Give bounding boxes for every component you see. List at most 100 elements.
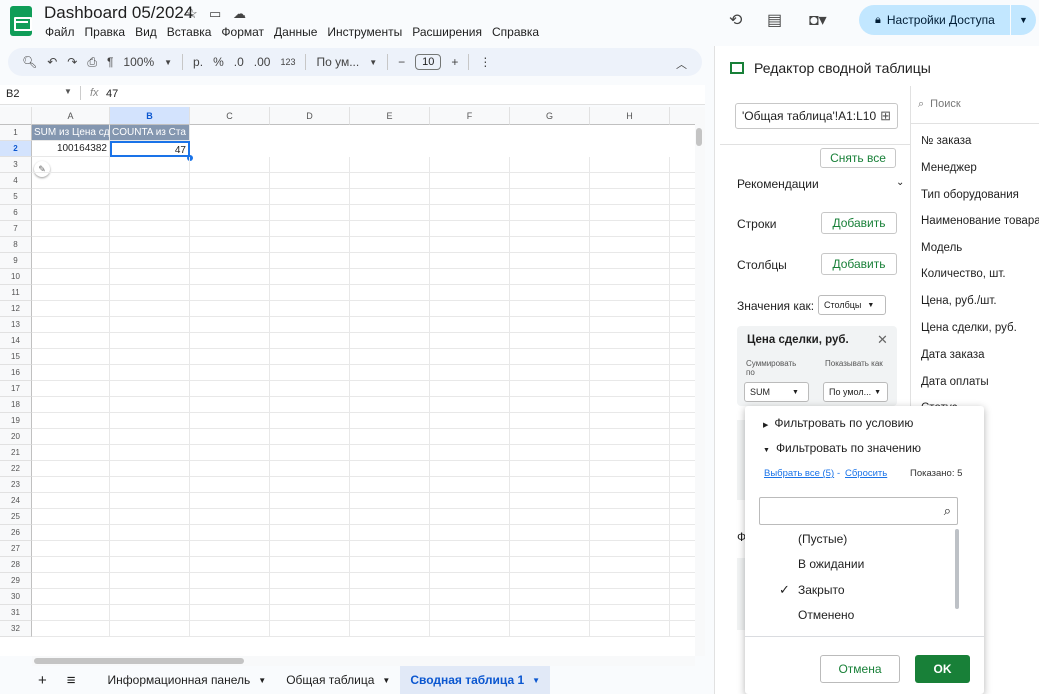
grid-cell[interactable] [510, 157, 590, 173]
row-header[interactable]: 1 [0, 125, 32, 141]
document-title[interactable]: Dashboard 05/2024 [44, 3, 193, 23]
share-button[interactable]: 🔒︎ Настройки Доступа ▼ [859, 5, 1036, 35]
menu-format[interactable]: Формат [220, 25, 265, 39]
row-header[interactable]: 22 [0, 461, 32, 477]
grid-cell[interactable] [430, 621, 510, 637]
menu-help[interactable]: Справка [491, 25, 540, 39]
all-sheets-icon[interactable]: ≡ [57, 666, 98, 694]
row-header[interactable]: 14 [0, 333, 32, 349]
row-header[interactable]: 5 [0, 189, 32, 205]
grid-cell[interactable] [430, 509, 510, 525]
row-header[interactable]: 30 [0, 589, 32, 605]
grid-cell[interactable] [32, 317, 110, 333]
sheets-logo-icon[interactable] [10, 6, 32, 36]
grid-cell[interactable] [670, 541, 695, 557]
grid-cell[interactable] [110, 189, 190, 205]
grid-cell[interactable] [270, 397, 350, 413]
grid-cell[interactable] [32, 413, 110, 429]
grid-cell[interactable] [190, 381, 270, 397]
grid-cell[interactable] [110, 381, 190, 397]
row-header[interactable]: 21 [0, 445, 32, 461]
grid-cell[interactable] [350, 461, 430, 477]
field-item[interactable]: Менеджер [921, 162, 977, 174]
pivot-header-cell[interactable]: COUNTA из Ста [110, 125, 190, 141]
grid-cell[interactable] [510, 205, 590, 221]
grid-cell[interactable] [430, 477, 510, 493]
grid-cell[interactable] [590, 301, 670, 317]
increase-font-size-icon[interactable]: + [451, 55, 458, 69]
print-icon[interactable]: ⎙ [87, 55, 97, 70]
undo-icon[interactable]: ↶ [47, 55, 57, 69]
grid-cell[interactable] [270, 445, 350, 461]
grid-cell[interactable] [32, 557, 110, 573]
row-header[interactable]: 19 [0, 413, 32, 429]
zoom-select[interactable]: 100% [123, 55, 154, 69]
grid-cell[interactable] [190, 509, 270, 525]
column-header[interactable]: E [350, 107, 430, 125]
add-rows-button[interactable]: Добавить [821, 212, 897, 234]
grid-cell[interactable] [350, 189, 430, 205]
select-all-link[interactable]: Выбрать все (5) [764, 468, 834, 479]
row-header[interactable]: 4 [0, 173, 32, 189]
decrease-font-size-icon[interactable]: − [398, 55, 405, 69]
grid-cell[interactable] [670, 445, 695, 461]
grid-cell[interactable] [190, 477, 270, 493]
grid-cell[interactable] [270, 317, 350, 333]
grid-cell[interactable] [590, 221, 670, 237]
grid-cell[interactable] [270, 413, 350, 429]
history-icon[interactable]: ⟲ [729, 10, 742, 30]
grid-cell[interactable] [430, 397, 510, 413]
collapse-toolbar-icon[interactable]: ︿ [676, 56, 687, 72]
grid-cell[interactable] [430, 333, 510, 349]
percent-format-button[interactable]: % [213, 55, 224, 69]
sheet-tab-active[interactable]: Сводная таблица 1 ▼ [400, 666, 551, 694]
grid-cell[interactable] [32, 461, 110, 477]
filter-search-input[interactable]: ⌕ [759, 497, 958, 525]
grid-cell[interactable] [270, 157, 350, 173]
grid-cell[interactable] [510, 461, 590, 477]
field-item[interactable]: Цена сделки, руб. [921, 322, 1017, 334]
grid-cell[interactable] [110, 461, 190, 477]
grid-cell[interactable] [430, 285, 510, 301]
menu-extensions[interactable]: Расширения [411, 25, 483, 39]
grid-cell[interactable] [32, 493, 110, 509]
grid-cell[interactable] [350, 573, 430, 589]
grid-cell[interactable] [350, 589, 430, 605]
grid-cell[interactable] [590, 461, 670, 477]
comments-icon[interactable]: ▤ [767, 10, 782, 30]
grid-cell[interactable] [32, 237, 110, 253]
grid-cell[interactable] [32, 605, 110, 621]
grid-cell[interactable] [670, 317, 695, 333]
grid-cell[interactable] [670, 509, 695, 525]
grid-cell[interactable] [590, 525, 670, 541]
name-box-dropdown-icon[interactable]: ▼ [64, 87, 72, 96]
grid-cell[interactable] [510, 525, 590, 541]
grid-cell[interactable] [110, 237, 190, 253]
grid-cell[interactable] [590, 413, 670, 429]
grid-cell[interactable] [190, 413, 270, 429]
menu-insert[interactable]: Вставка [166, 25, 213, 39]
row-header[interactable]: 18 [0, 397, 32, 413]
sheet-menu-icon[interactable]: ▼ [258, 676, 266, 685]
grid-cell[interactable] [350, 445, 430, 461]
grid-cell[interactable] [350, 541, 430, 557]
grid-cell[interactable] [32, 589, 110, 605]
grid-cell[interactable] [510, 509, 590, 525]
grid-cell[interactable] [430, 429, 510, 445]
sheet-menu-icon[interactable]: ▼ [382, 676, 390, 685]
select-range-icon[interactable]: ⊞ [880, 108, 891, 124]
grid-cell[interactable] [590, 573, 670, 589]
grid-cell[interactable] [32, 621, 110, 637]
grid-cell[interactable] [270, 365, 350, 381]
grid-cell[interactable] [590, 205, 670, 221]
grid-cell[interactable] [190, 157, 270, 173]
grid-cell[interactable] [110, 589, 190, 605]
grid-cell[interactable] [190, 237, 270, 253]
grid-cell[interactable] [32, 397, 110, 413]
zoom-dropdown-icon[interactable]: ▼ [164, 58, 172, 67]
vertical-scrollbar[interactable] [695, 107, 705, 656]
grid-cell[interactable] [670, 173, 695, 189]
grid-cell[interactable] [270, 253, 350, 269]
field-item[interactable]: № заказа [921, 135, 971, 147]
grid-cell[interactable] [590, 237, 670, 253]
